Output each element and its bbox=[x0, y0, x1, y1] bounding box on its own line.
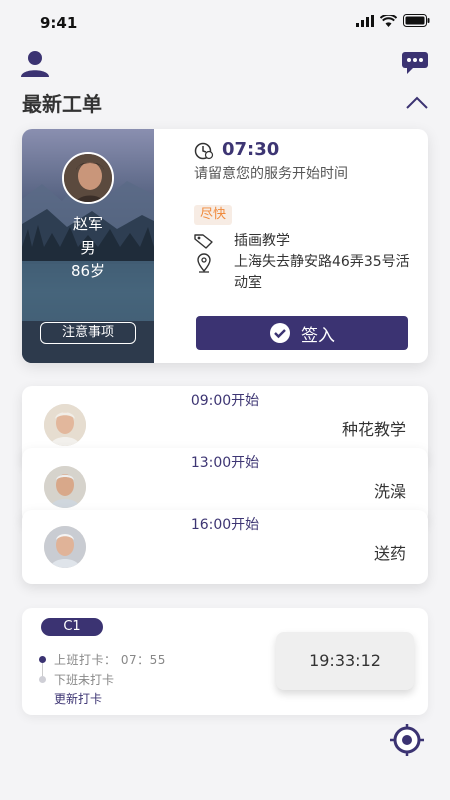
service-hint: 请留意您的服务开始时间 bbox=[194, 166, 348, 182]
urgent-badge: 尽快 bbox=[194, 205, 233, 225]
signal-icon bbox=[356, 14, 374, 27]
location-pin-icon bbox=[197, 253, 211, 273]
task-start-time: 16:00开始 bbox=[190, 517, 260, 533]
chevron-up-icon[interactable] bbox=[406, 96, 428, 110]
task-name: 种花教学 bbox=[341, 420, 406, 439]
service-address: 上海失去静安路46弄35号活动室 bbox=[234, 254, 410, 291]
status-time: 9:41 bbox=[40, 14, 78, 32]
signin-label: 签入 bbox=[301, 325, 335, 346]
wifi-icon bbox=[380, 14, 397, 27]
clock-icon bbox=[194, 142, 214, 160]
task-avatar bbox=[44, 404, 86, 446]
tag-icon bbox=[194, 234, 213, 249]
top-nav bbox=[0, 48, 450, 84]
service-type: 插画教学 bbox=[234, 233, 290, 249]
check-icon bbox=[270, 323, 290, 343]
checkin-record: 上班打卡： 07：55 bbox=[54, 653, 166, 667]
task-start-time: 09:00开始 bbox=[190, 393, 260, 409]
task-start-time: 13:00开始 bbox=[190, 455, 260, 471]
notes-button[interactable]: 注意事项 bbox=[40, 322, 136, 344]
timeline-dot-done bbox=[39, 656, 46, 663]
chat-icon[interactable] bbox=[402, 52, 428, 74]
client-gender: 男 bbox=[80, 239, 96, 257]
elderly-man-portrait bbox=[44, 466, 86, 508]
task-avatar bbox=[44, 526, 86, 568]
timeline-dot-pending bbox=[39, 676, 46, 683]
task-avatar bbox=[44, 466, 86, 508]
checkout-record: 下班未打卡 bbox=[54, 673, 115, 687]
signin-button[interactable]: 签入 bbox=[196, 316, 408, 350]
task-card[interactable]: 16:00开始 送药 bbox=[22, 510, 428, 584]
client-avatar bbox=[62, 152, 114, 204]
client-name: 赵军 bbox=[72, 215, 103, 233]
punch-clock-button[interactable]: 19:33:12 bbox=[276, 632, 414, 690]
attendance-card: C1 上班打卡： 07：55 下班未打卡 更新打卡 19:33:12 bbox=[22, 608, 428, 715]
page-title: 最新工单 bbox=[22, 92, 102, 116]
service-time: 07:30 bbox=[222, 139, 280, 160]
elderly-woman-portrait bbox=[44, 404, 86, 446]
client-age: 86岁 bbox=[70, 262, 106, 280]
client-photo-panel: 赵军 男 86岁 注意事项 bbox=[22, 129, 154, 363]
status-icons bbox=[356, 14, 430, 27]
task-name: 洗澡 bbox=[373, 482, 406, 501]
elderly-man-portrait bbox=[44, 526, 86, 568]
user-icon[interactable] bbox=[20, 50, 50, 78]
shift-badge: C1 bbox=[41, 618, 103, 636]
current-order-card[interactable]: 赵军 男 86岁 注意事项 07:30 请留意您的服务开始时间 尽快 插画教学 … bbox=[22, 129, 428, 363]
task-name: 送药 bbox=[373, 544, 406, 563]
locate-icon[interactable] bbox=[388, 722, 426, 758]
order-info-panel: 07:30 请留意您的服务开始时间 尽快 插画教学 上海失去静安路46弄35号活… bbox=[154, 129, 428, 363]
status-bar: 9:41 bbox=[0, 0, 450, 44]
battery-icon bbox=[403, 14, 430, 27]
update-checkin-link[interactable]: 更新打卡 bbox=[54, 690, 102, 707]
